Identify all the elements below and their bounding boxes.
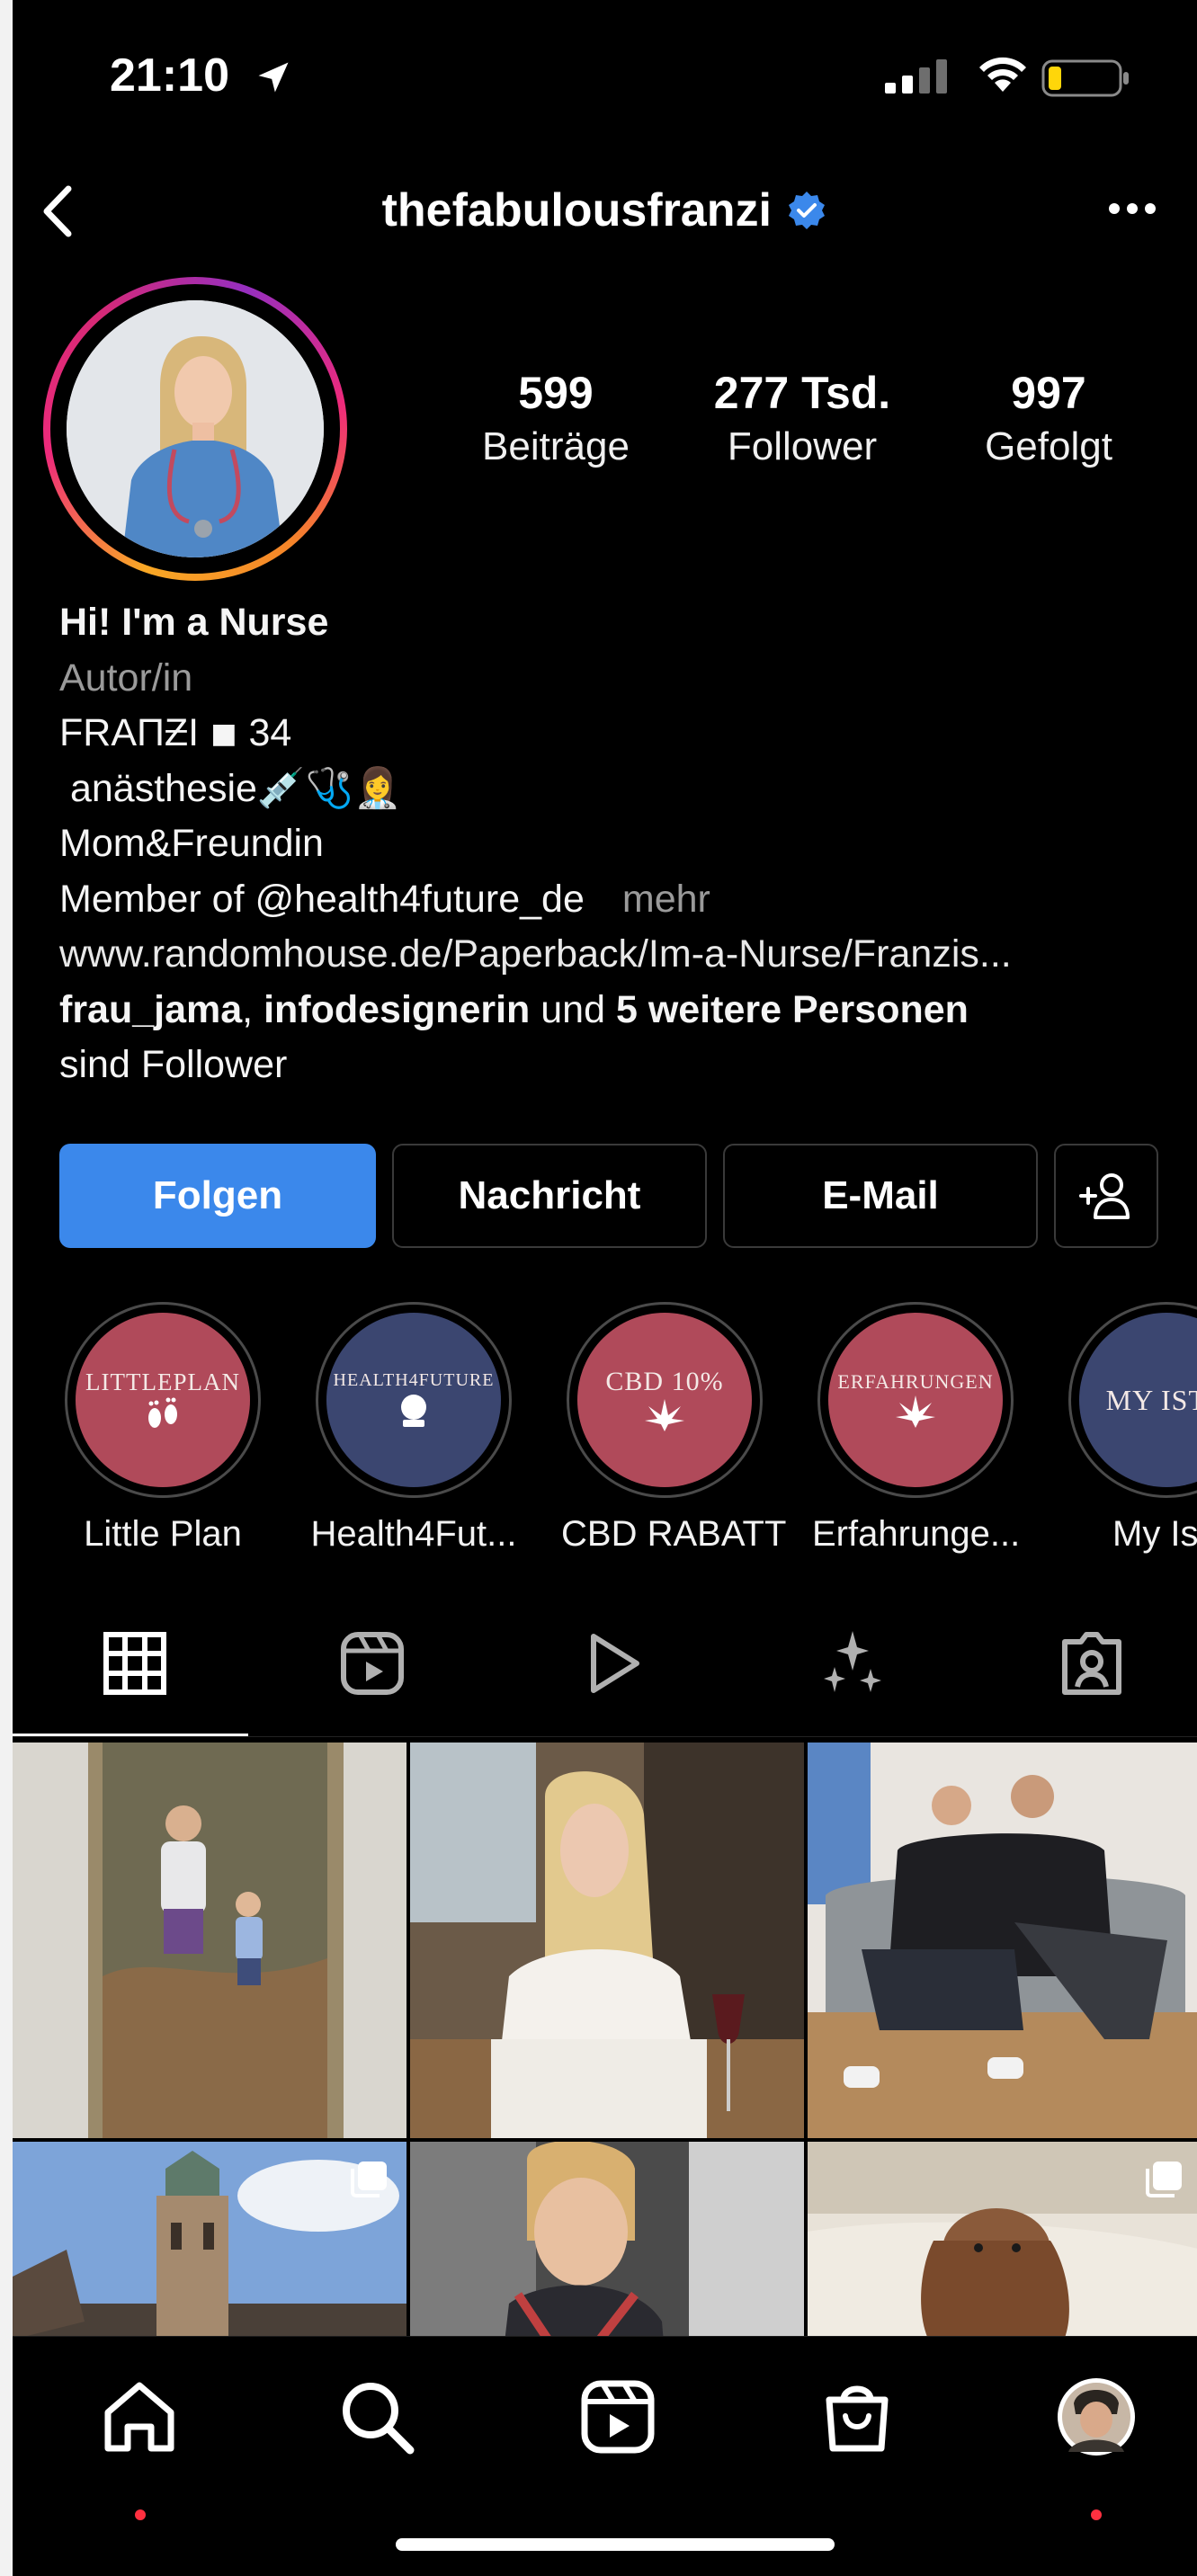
status-time: 21:10 xyxy=(110,49,229,102)
message-button[interactable]: Nachricht xyxy=(392,1144,707,1248)
highlight-little-plan[interactable]: LITTLEPLAN Little Plan xyxy=(59,1302,266,1555)
bio-display-name: Hi! I'm a Nurse xyxy=(59,601,329,644)
bio-line-4: Member of @health4future_de xyxy=(59,877,585,921)
highlight-label: Little Plan xyxy=(84,1514,242,1554)
posts-grid-tab-icon[interactable] xyxy=(99,1627,171,1699)
mutual-sep: , xyxy=(242,987,264,1031)
bio-website-link[interactable]: www.randomhouse.de/Paperback/Im-a-Nurse/… xyxy=(59,927,1184,983)
highlight-health4future[interactable]: HEALTH4FUTURE Health4Fut... xyxy=(310,1302,517,1555)
cannabis-leaf-icon xyxy=(645,1399,684,1431)
device-frame-edge xyxy=(0,0,13,2576)
verified-badge-icon xyxy=(789,192,826,229)
profile-avatar-story-ring[interactable] xyxy=(43,277,347,581)
reels-nav-icon[interactable] xyxy=(577,2376,658,2457)
home-icon[interactable] xyxy=(99,2376,180,2457)
stat-following[interactable]: 997 Gefolgt xyxy=(950,367,1148,469)
reels-tab-icon[interactable] xyxy=(336,1627,408,1699)
stat-posts[interactable]: 599 Beiträge xyxy=(457,367,655,469)
more-options-icon[interactable] xyxy=(1107,200,1157,218)
bottom-navigation xyxy=(13,2336,1197,2576)
profile-notification-dot xyxy=(1091,2509,1102,2520)
stat-posts-value: 599 xyxy=(518,368,594,418)
mutual-follower-2[interactable]: infodesignerin xyxy=(264,988,530,1031)
mutual-follower-1[interactable]: frau_jama xyxy=(59,988,242,1031)
highlight-cover-text: ERFAHRUNGEN xyxy=(837,1370,994,1393)
mutual-followers-suffix: sind Follower xyxy=(59,1043,288,1086)
bio-category: Autor/in xyxy=(59,655,193,700)
mutual-others[interactable]: 5 weitere Personen xyxy=(616,988,969,1031)
stat-following-value: 997 xyxy=(1011,368,1086,418)
cellular-signal-icon xyxy=(885,59,947,94)
profile-photo xyxy=(67,300,324,557)
bio-line-4-row: Member of @health4future_de mehr xyxy=(59,872,1184,928)
highlight-my-istr[interactable]: MY ISTR My Istr xyxy=(1063,1302,1197,1555)
multiple-posts-icon xyxy=(1146,2162,1182,2197)
profile-username: thefabulousfranzi xyxy=(381,184,772,236)
highlight-label: CBD RABATT xyxy=(561,1514,787,1554)
highlight-cover: CBD 10% xyxy=(577,1313,752,1487)
highlight-cover: MY ISTR xyxy=(1079,1313,1197,1487)
highlight-cover-text: LITTLEPLAN xyxy=(85,1368,240,1395)
add-person-icon xyxy=(1079,1173,1130,1219)
stat-followers-value: 277 Tsd. xyxy=(713,368,891,418)
shop-icon[interactable] xyxy=(817,2376,898,2457)
highlight-cbd-rabatt[interactable]: CBD 10% CBD RABATT xyxy=(561,1302,787,1555)
tabs-divider xyxy=(13,1736,1197,1737)
baby-feet-icon xyxy=(148,1397,177,1428)
status-bar: 21:10 xyxy=(13,0,1197,144)
post-tile-3[interactable] xyxy=(808,1743,1197,2138)
highlight-cover: HEALTH4FUTURE xyxy=(326,1313,501,1487)
post-tile-2[interactable] xyxy=(410,1743,804,2138)
bio-line-3: Mom&Freundin xyxy=(59,822,324,865)
stat-following-label: Gefolgt xyxy=(985,424,1112,468)
bio-more-link[interactable]: mehr xyxy=(622,878,710,921)
wifi-icon xyxy=(979,57,1026,92)
highlight-cover-text: MY ISTR xyxy=(1105,1383,1197,1416)
crystal-ball-icon xyxy=(401,1394,426,1427)
mutual-followers[interactable]: frau_jama, infodesignerin und 5 weitere … xyxy=(59,983,1184,1038)
highlight-erfahrungen[interactable]: ERFAHRUNGEN Erfahrunge... xyxy=(812,1302,1021,1555)
bio-line-1: FRAПƵI ◾ 34 xyxy=(59,711,292,754)
videos-tab-icon[interactable] xyxy=(577,1627,649,1699)
highlight-cover: ERFAHRUNGEN xyxy=(828,1313,1003,1487)
stat-followers-label: Follower xyxy=(727,424,878,468)
highlight-cover-text: CBD 10% xyxy=(605,1367,724,1396)
tagged-tab-icon[interactable] xyxy=(1056,1627,1128,1699)
stat-followers[interactable]: 277 Tsd. Follower xyxy=(703,367,901,469)
post-tile-1[interactable] xyxy=(13,1743,406,2138)
mutual-and: und xyxy=(530,987,616,1031)
follow-button[interactable]: Folgen xyxy=(59,1144,376,1248)
battery-low-icon xyxy=(1041,59,1129,97)
bio-line-2: anästhesie💉🩺👩‍⚕️ xyxy=(59,766,402,810)
profile-header: thefabulousfranzi xyxy=(13,171,1197,252)
instagram-profile-screen: 21:10 thefabulousfranzi 599 Beiträge 277… xyxy=(13,0,1197,2576)
multiple-posts-icon xyxy=(351,2162,387,2197)
highlight-label: Health4Fut... xyxy=(310,1514,517,1554)
highlight-label: My Istr xyxy=(1112,1514,1197,1554)
home-indicator-bar[interactable] xyxy=(396,2538,835,2551)
home-notification-dot xyxy=(135,2509,146,2520)
highlight-label: Erfahrunge... xyxy=(812,1514,1021,1554)
email-button[interactable]: E-Mail xyxy=(723,1144,1038,1248)
sparkles-tab-icon[interactable] xyxy=(817,1627,889,1699)
highlight-cover: LITTLEPLAN xyxy=(76,1313,250,1487)
stat-posts-label: Beiträge xyxy=(482,424,630,468)
profile-avatar[interactable] xyxy=(1056,2376,1137,2457)
search-icon[interactable] xyxy=(336,2376,417,2457)
cannabis-leaf-icon xyxy=(896,1395,935,1428)
suggested-users-button[interactable] xyxy=(1054,1144,1158,1248)
profile-bio: Hi! I'm a Nurse Autor/in FRAПƵI ◾ 34 anä… xyxy=(59,595,1184,1093)
location-arrow-icon xyxy=(258,62,289,93)
highlight-cover-text: HEALTH4FUTURE xyxy=(333,1369,495,1390)
